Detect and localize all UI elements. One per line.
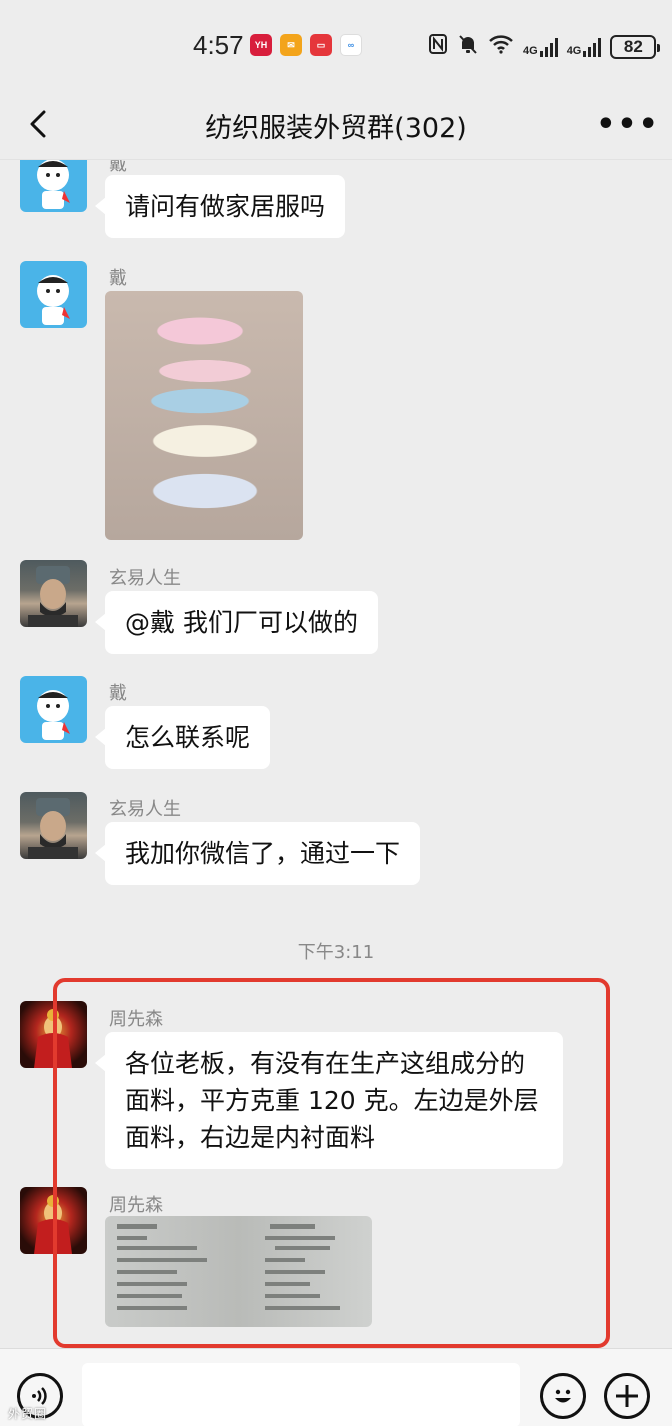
watermark: 外贸圈 (8, 1407, 48, 1421)
sender-name: 戴 (109, 160, 127, 175)
smiley-icon (555, 1389, 571, 1403)
battery-indicator: 82 (610, 35, 661, 59)
label-texture (117, 1224, 340, 1310)
avatar[interactable] (20, 261, 87, 328)
message-bubble[interactable]: 我加你微信了，通过一下 (94, 822, 421, 885)
message-bubble[interactable]: 请问有做家居服吗 (94, 175, 346, 238)
sender-name: 玄易人生 (109, 799, 181, 820)
avatar[interactable] (20, 560, 87, 627)
sender-name: 周先森 (109, 1009, 163, 1030)
notification-icons: YH ✉ ▭ ∞ (250, 34, 362, 56)
chat-header: 纺织服装外贸群(302) ••• (0, 90, 672, 160)
network-type-label: 4G (523, 45, 538, 57)
portrait-avatar-icon (28, 798, 78, 859)
sender-name: 周先森 (109, 1195, 163, 1216)
avatar[interactable] (20, 792, 87, 859)
mail-app-icon: ✉ (280, 34, 302, 56)
time-divider: 下午3:11 (297, 942, 375, 963)
message-bubble[interactable]: 各位老板，有没有在生产这组成分的面料，平方克重 120 克。左边是外层面料，右边… (95, 1032, 563, 1169)
message-input[interactable] (82, 1363, 520, 1426)
cloud-app-icon: ∞ (340, 34, 362, 56)
status-bar: 4:57 YH ✉ ▭ ∞ 4G 4G 82 (0, 0, 672, 90)
avatar[interactable] (20, 160, 87, 212)
nfc-icon (428, 33, 448, 61)
sender-name: 戴 (109, 683, 127, 704)
mute-bell-icon (457, 33, 479, 61)
cartoon-avatar-icon (37, 275, 70, 325)
sender-name: 戴 (109, 268, 127, 289)
signal-bars-icon (583, 37, 602, 57)
yh-app-icon: YH (250, 34, 272, 56)
cellular-signal-2: 4G (567, 37, 602, 57)
clothing-photo[interactable] (105, 291, 303, 540)
system-icons: 4G 4G 82 (428, 33, 661, 61)
plus-icon (616, 1385, 638, 1407)
more-options-button[interactable]: ••• (596, 106, 658, 142)
cartoon-avatar-icon (37, 690, 70, 740)
fabric-label-photo[interactable] (105, 1216, 372, 1327)
avatar[interactable] (20, 676, 87, 743)
figure-avatar-icon (34, 1009, 72, 1068)
portrait-avatar-icon (28, 566, 78, 627)
emoji-button[interactable] (540, 1373, 586, 1419)
avatar[interactable] (20, 1187, 87, 1254)
avatar[interactable] (20, 1001, 87, 1068)
network-type-label: 4G (566, 45, 582, 57)
message-app-icon: ▭ (310, 34, 332, 56)
cartoon-avatar-icon (37, 160, 70, 209)
message-bubble[interactable]: 怎么联系呢 (94, 706, 271, 769)
status-time: 4:57 (193, 30, 244, 60)
more-actions-button[interactable] (604, 1373, 650, 1419)
figure-avatar-icon (34, 1195, 72, 1254)
message-bubble[interactable]: @戴 我们厂可以做的 (95, 591, 378, 654)
signal-bars-icon (539, 37, 558, 57)
group-title: 纺织服装外贸群(302) (205, 113, 467, 144)
wifi-icon (488, 34, 514, 60)
message-list[interactable]: 戴 请问有做家居服吗 戴 玄易人生 @戴 我们厂可以做的 戴 怎么联系呢 玄易人… (0, 160, 672, 1348)
cellular-signal-1: 4G (523, 37, 558, 57)
sender-name: 玄易人生 (109, 568, 181, 589)
input-bar: 外贸圈 (0, 1348, 672, 1426)
